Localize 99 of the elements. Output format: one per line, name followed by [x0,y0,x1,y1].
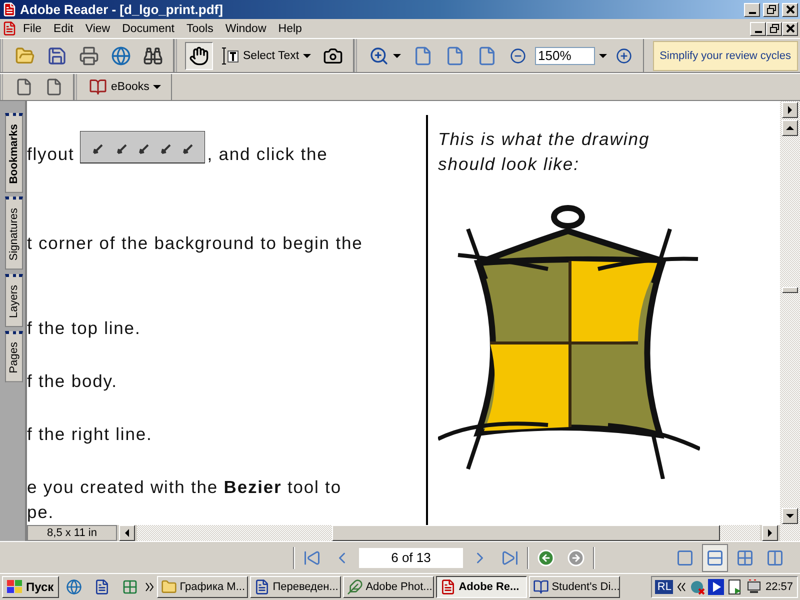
split-button[interactable] [782,102,798,118]
caret-icon [393,54,402,58]
zoom-field[interactable]: 150% [535,46,596,64]
page-icon [15,78,33,96]
menu-item[interactable]: File [17,22,48,34]
instruction-text: f the top line. [27,317,142,340]
caret-icon [153,85,162,89]
instruction-text: f the body. [27,370,118,393]
single-page-icon [676,548,694,566]
scroll-right-button[interactable] [762,525,778,541]
folder-icon [15,46,35,66]
taskbar-button[interactable]: Adobe Re... [436,576,527,598]
play-icon[interactable] [708,579,724,595]
text-cursor-icon [221,46,239,66]
instruction-text: f the right line. [27,423,154,446]
promo-banner[interactable]: Simplify your review cycles [652,40,798,70]
binoculars-icon [143,46,163,66]
instruction-text: t corner of the background to begin the [27,232,364,255]
document-icon [94,579,110,595]
document-icon [254,579,270,595]
continuous-page-icon [706,548,724,566]
pdf-icon [440,579,456,595]
page-icon [445,46,466,66]
scroll-left-button[interactable] [119,525,135,541]
folder-icon [160,579,177,595]
caption-text: This is what the drawing should look like: [438,128,651,176]
close-icon [786,24,794,33]
menu-item[interactable]: Tools [180,22,220,34]
instruction-text: e you created with the Bezier tool to pe. [27,476,342,524]
scroll-thumb[interactable] [332,525,720,541]
plus-icon [616,48,632,64]
page-size-label: 8,5 x 11 in [27,525,117,541]
printer-icon [79,46,99,66]
menu-item[interactable]: View [79,22,116,34]
restore-icon [766,5,776,14]
last-page-icon [501,548,519,566]
book-icon [532,579,549,595]
window-title: Adobe Reader - [d_lgo_print.pdf] [20,2,224,17]
facing-pages-icon [736,548,754,566]
instruction-text: , and click the [207,144,328,165]
globe-icon [111,46,131,66]
side-tab[interactable]: Layers [5,274,23,327]
computer-icon[interactable] [746,579,762,595]
taskbar-button[interactable]: Переведен... [250,576,341,598]
restore-icon [770,24,778,33]
caret-icon[interactable] [599,54,608,58]
side-tab[interactable]: Pages [5,330,23,382]
minimize-icon [748,12,756,14]
chevron-icon[interactable] [144,582,155,592]
hand-tool-button[interactable] [185,42,213,70]
taskbar-button[interactable]: Adobe Phot... [342,576,434,598]
close-icon [786,5,794,14]
hand-icon [189,46,209,66]
globe-icon [66,579,82,595]
minimize-button[interactable] [744,2,760,16]
windows-logo-icon [7,580,23,594]
close-button[interactable] [782,2,798,16]
spreadsheet-icon [122,579,138,595]
menu-item[interactable]: Help [272,22,308,34]
taskbar-button[interactable]: Графика М... [156,576,248,598]
scroll-thumb[interactable] [782,287,798,293]
vertical-scrollbar[interactable] [780,101,800,525]
side-tab[interactable]: Signatures [5,196,23,270]
pdf-icon [2,2,17,17]
menu-item[interactable]: Document [116,22,180,34]
scroll-up-button[interactable] [782,120,798,136]
scrollbar-corner [780,525,800,541]
menu-item[interactable]: Edit [48,22,80,34]
two-column-icon [766,548,784,566]
book-icon [89,78,107,96]
taskbar-button[interactable]: Student's Di... [528,576,620,598]
page-icon [477,46,498,66]
restore-button[interactable] [763,2,779,16]
page-icon [413,46,434,66]
camera-icon [323,46,344,66]
page-icon [45,78,63,96]
minimize-icon [754,30,762,32]
close-button[interactable] [782,22,798,36]
chevron-icon[interactable] [676,582,686,592]
magnifier-icon [369,46,390,66]
page-layout-button[interactable] [702,544,728,572]
select-text-button[interactable]: Select Text [217,42,316,70]
clock: 22:57 [765,581,793,593]
scroll-down-button[interactable] [782,508,798,524]
side-tab[interactable]: Bookmarks [5,113,23,193]
feather-icon [346,579,363,595]
language-indicator[interactable]: RL [655,580,674,594]
instruction-text: flyout [27,144,74,165]
menu-item[interactable]: Window [219,22,272,34]
caret-icon [303,54,312,58]
minus-icon [510,48,526,64]
minimize-button[interactable] [750,22,766,36]
restore-button[interactable] [766,22,782,36]
document-icon[interactable] [727,579,744,595]
pdf-icon [2,21,17,36]
ebooks-button[interactable]: eBooks [85,73,166,101]
page-number-field[interactable]: 6 of 13 [359,548,463,568]
start-button[interactable]: Пуск [2,576,59,598]
first-page-icon [303,548,321,566]
